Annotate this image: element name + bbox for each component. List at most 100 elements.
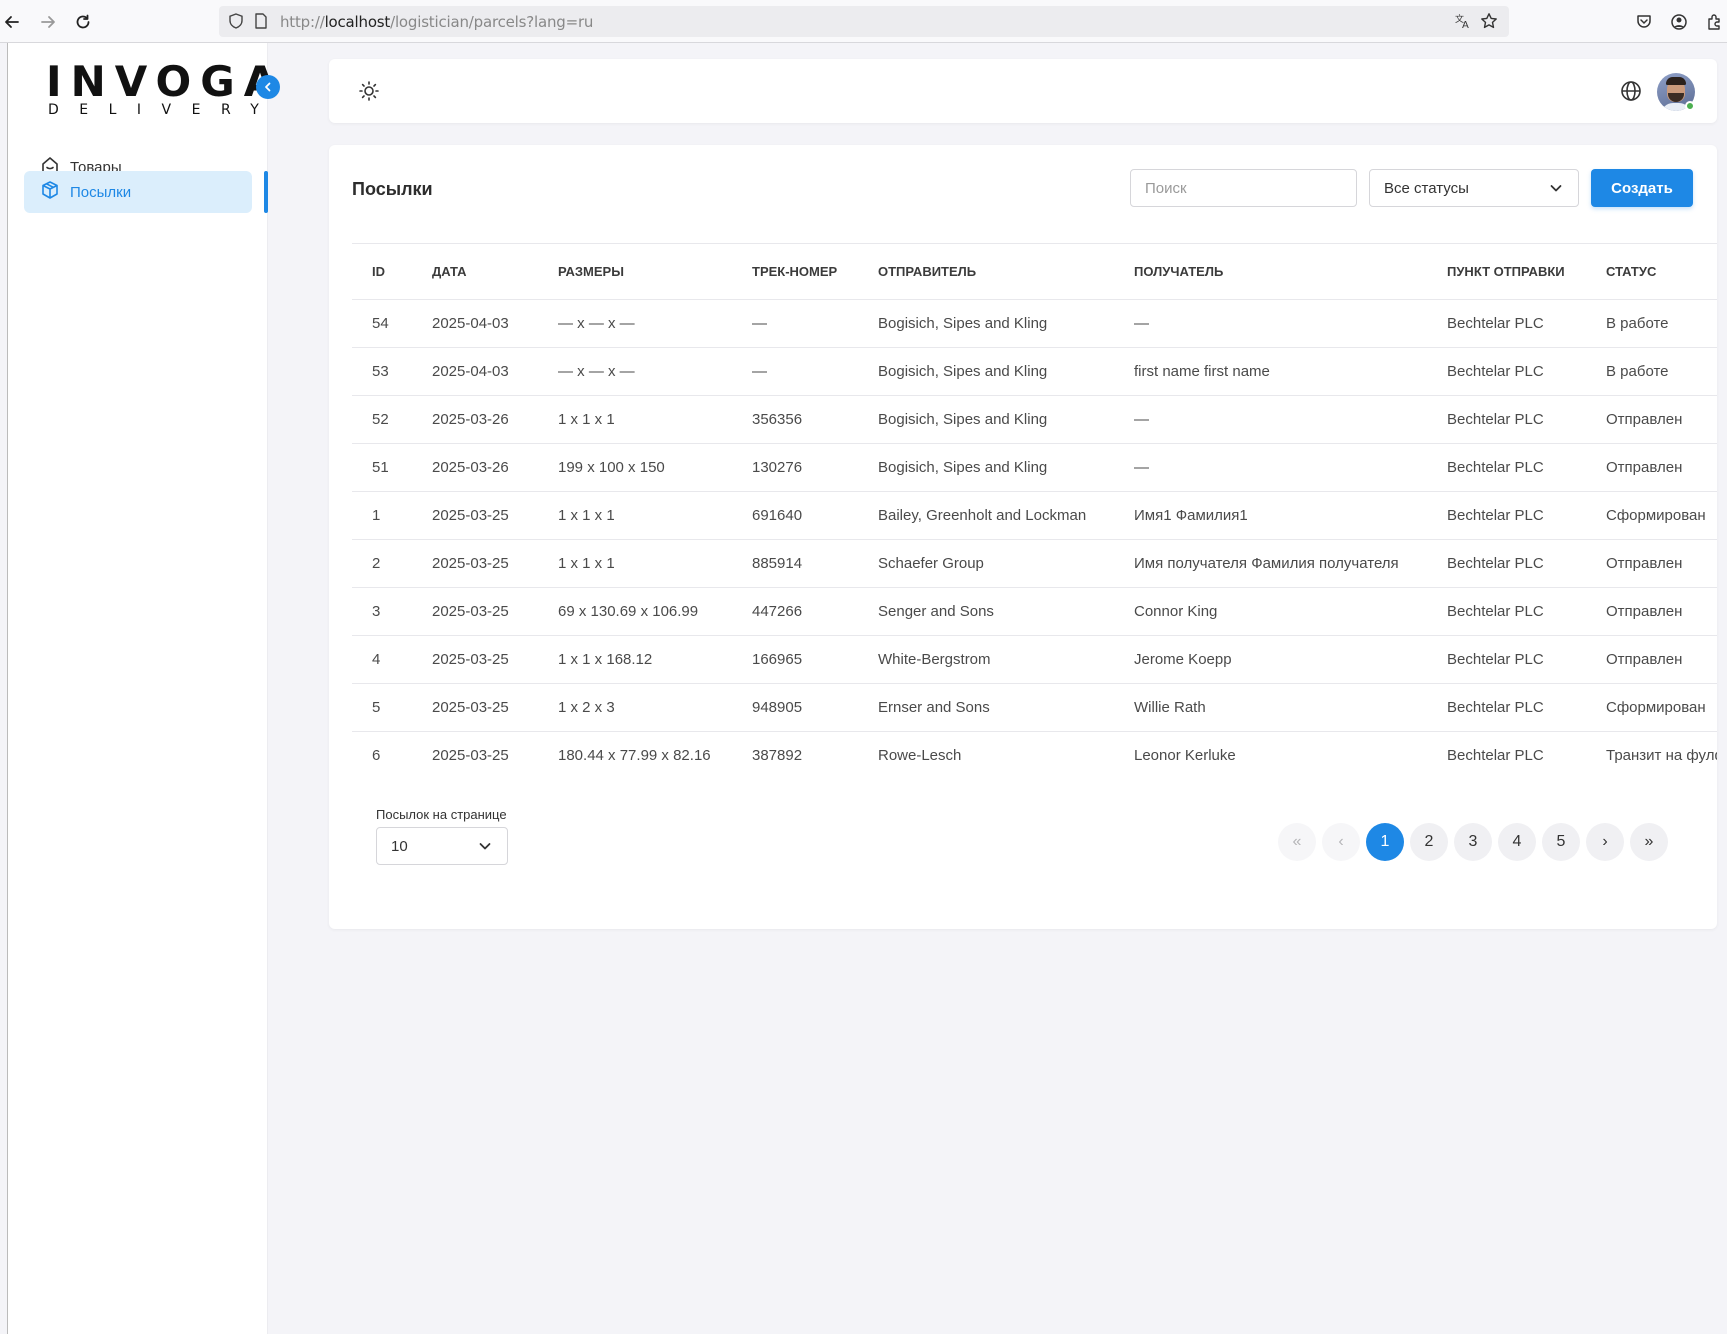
- url-path: /logistician/parcels?lang=ru: [390, 13, 594, 31]
- column-header-status[interactable]: СТАТУС: [1606, 243, 1717, 300]
- table-row[interactable]: 51 2025-03-26 199 x 100 x 150 130276 Bogisic…: [352, 443, 1717, 492]
- column-header-sender[interactable]: ОТПРАВИТЕЛЬ: [878, 243, 1134, 300]
- cell-tracking: 166965: [752, 635, 878, 684]
- cell-date: 2025-03-25: [432, 587, 558, 636]
- cell-sender: Schaefer Group: [878, 539, 1134, 588]
- column-header-origin[interactable]: ПУНКТ ОТПРАВКИ: [1447, 243, 1606, 300]
- cell-recipient: Имя1 Фамилия1: [1134, 491, 1447, 540]
- globe-icon[interactable]: [1619, 79, 1643, 103]
- table-row[interactable]: 4 2025-03-25 1 x 1 x 168.12 166965 White-Ber…: [352, 635, 1717, 684]
- table-row[interactable]: 52 2025-03-26 1 x 1 x 1 356356 Bogisich, Sip…: [352, 395, 1717, 444]
- column-header-dimensions[interactable]: РАЗМЕРЫ: [558, 243, 752, 300]
- cell-sender: Bailey, Greenholt and Lockman: [878, 491, 1134, 540]
- cell-origin: Bechtelar PLC: [1447, 347, 1606, 396]
- table-row[interactable]: 2 2025-03-25 1 x 1 x 1 885914 Schaefer Group…: [352, 539, 1717, 588]
- search-input[interactable]: [1130, 169, 1357, 207]
- cell-tracking: —: [752, 299, 878, 348]
- table-row[interactable]: 53 2025-04-03— x — x — — Bogisich, Sipes an…: [352, 347, 1717, 396]
- cell-date: 2025-03-25: [432, 635, 558, 684]
- cell-origin: Bechtelar PLC: [1447, 587, 1606, 636]
- cell-status: В работе: [1606, 299, 1717, 348]
- cell-id: 4: [352, 635, 432, 684]
- cell-date: 2025-04-03: [432, 299, 558, 348]
- brand-logo[interactable]: INVOGA: [46, 57, 285, 106]
- translate-icon[interactable]: 文A: [1454, 12, 1472, 31]
- cell-date: 2025-03-25: [432, 747, 509, 765]
- reload-icon[interactable]: [71, 10, 95, 34]
- per-page-label: Посылок на странице: [376, 807, 507, 822]
- cell-dimensions: 1 x 1 x 168.12: [558, 635, 752, 684]
- cell-recipient: first name first name: [1134, 347, 1447, 396]
- extensions-icon[interactable]: [1702, 10, 1726, 34]
- column-header-recipient[interactable]: ПОЛУЧАТЕЛЬ: [1134, 243, 1447, 300]
- cell-status: Сформирован: [1606, 683, 1717, 732]
- cell-date: 2025-03-26: [432, 395, 558, 444]
- next-page-button[interactable]: ›: [1586, 823, 1624, 861]
- collapse-sidebar-button[interactable]: [256, 75, 280, 99]
- cell-recipient: Имя получателя Фамилия получателя: [1134, 539, 1447, 588]
- pocket-icon[interactable]: [1632, 10, 1656, 34]
- column-header-id[interactable]: ID: [352, 243, 432, 300]
- bookmark-star-icon[interactable]: [1480, 12, 1498, 30]
- cell-sender: Bogisich, Sipes and Kling: [878, 299, 1134, 348]
- active-nav-indicator: [264, 171, 268, 213]
- account-icon[interactable]: [1667, 10, 1691, 34]
- cell-date: 2025-03-25: [432, 683, 558, 732]
- cell-sender: White-Bergstrom: [878, 635, 1134, 684]
- sidebar-item-parcels[interactable]: Посылки: [24, 171, 252, 213]
- page-button-4[interactable]: 4: [1498, 823, 1536, 861]
- table-row[interactable]: 54 2025-04-03— x — x — — Bogisich, Sipes an…: [352, 299, 1717, 348]
- cell-dimensions: 1 x 1 x 1: [558, 539, 752, 588]
- cell-dimensions: 199 x 100 x 150: [558, 443, 752, 492]
- cell-dimensions: 180.44 x 77.99 x 82.16: [558, 747, 711, 765]
- cell-recipient: —: [1134, 443, 1447, 492]
- cell-origin: Bechtelar PLC: [1447, 683, 1606, 732]
- cell-origin: Bechtelar PLC: [1447, 299, 1606, 348]
- cell-tracking: 885914: [752, 539, 878, 588]
- per-page-value: 10: [391, 837, 408, 855]
- cell-id: 53: [352, 347, 432, 396]
- table-row[interactable]: 6 2025-03-25 180.44 x 77.99 x 82.16 387892 R…: [352, 732, 1717, 780]
- page-button-3[interactable]: 3: [1454, 823, 1492, 861]
- address-bar[interactable]: http://localhost/logistician/parcels?lan…: [219, 6, 1509, 37]
- cell-id: 54: [352, 299, 432, 348]
- status-filter-select[interactable]: Все статусы: [1369, 169, 1579, 207]
- url-text[interactable]: http://localhost/logistician/parcels?lan…: [280, 13, 593, 31]
- table-body: 54 2025-04-03— x — x — — Bogisich, Sipes an…: [352, 299, 1717, 780]
- cell-date: 2025-03-25: [432, 539, 558, 588]
- brand-tagline: DELIVERY: [48, 102, 280, 118]
- cell-status: Отправлен: [1606, 539, 1717, 588]
- cell-recipient: —: [1134, 299, 1447, 348]
- last-page-button[interactable]: »: [1630, 823, 1668, 861]
- sun-icon[interactable]: [357, 79, 381, 103]
- cell-origin: Bechtelar PLC: [1447, 635, 1606, 684]
- table-row[interactable]: 5 2025-03-25 1 x 2 x 3 948905 Ernser and Son…: [352, 683, 1717, 732]
- page-button-1[interactable]: 1: [1366, 823, 1404, 861]
- column-header-date[interactable]: ДАТА: [432, 243, 558, 300]
- cell-sender: Senger and Sons: [878, 587, 1134, 636]
- url-host: localhost: [324, 13, 391, 31]
- first-page-button[interactable]: «: [1278, 823, 1316, 861]
- table-row[interactable]: 1 2025-03-25 1 x 1 x 1 691640 Bailey, Greenh…: [352, 491, 1717, 540]
- sidebar: INVOGA DELIVERY Товары Посылки: [8, 43, 276, 1334]
- per-page-select[interactable]: 10: [376, 827, 508, 865]
- table-row[interactable]: 3 2025-03-25 69 x 130.69 x 106.99 447266 Sen…: [352, 587, 1717, 636]
- back-icon[interactable]: [0, 10, 24, 34]
- cell-origin: Bechtelar PLC: [1447, 395, 1606, 444]
- page-button-5[interactable]: 5: [1542, 823, 1580, 861]
- page-icon[interactable]: [252, 12, 270, 30]
- cell-id: 52: [352, 395, 432, 444]
- cell-sender: Ernser and Sons: [878, 683, 1134, 732]
- status-filter-value: Все статусы: [1384, 179, 1469, 197]
- page-button-2[interactable]: 2: [1410, 823, 1448, 861]
- cell-status: Транзит на фулфилмент: [1606, 747, 1717, 765]
- prev-page-button[interactable]: ‹: [1322, 823, 1360, 861]
- shield-icon[interactable]: [227, 12, 245, 30]
- cell-sender: Bogisich, Sipes and Kling: [878, 347, 1134, 396]
- create-button[interactable]: Создать: [1591, 169, 1693, 207]
- cell-sender: Bogisich, Sipes and Kling: [878, 395, 1134, 444]
- parcels-card: Посылки Все статусы Создать ID ДАТА РАЗМ…: [329, 145, 1717, 929]
- column-header-tracking[interactable]: ТРЕК-НОМЕР: [752, 243, 878, 300]
- forward-icon[interactable]: [36, 10, 60, 34]
- chevron-down-icon: [1550, 185, 1562, 192]
